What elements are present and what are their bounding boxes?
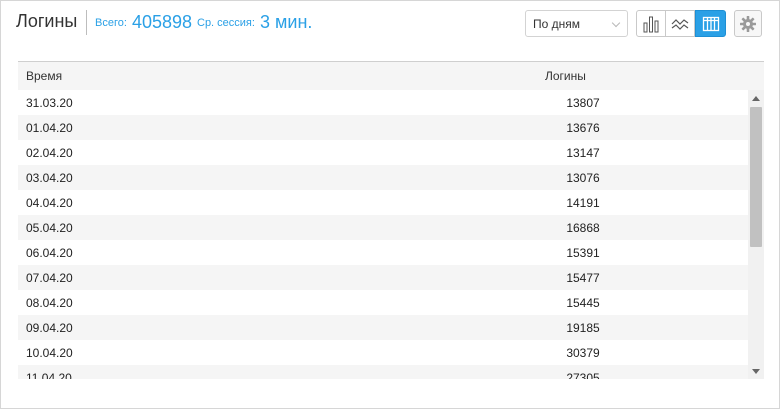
row-logins: 13676 bbox=[566, 121, 600, 135]
row-date: 06.04.20 bbox=[26, 246, 73, 260]
table-row: 09.04.20 19185 bbox=[18, 315, 748, 340]
widget-title: Логины bbox=[16, 11, 78, 31]
row-date: 02.04.20 bbox=[26, 146, 73, 160]
row-logins: 30379 bbox=[566, 346, 600, 360]
settings-button[interactable] bbox=[734, 10, 762, 37]
logins-widget: Логины Всего: 405898 Ср. сессия: 3 мин. … bbox=[0, 0, 780, 409]
row-date: 31.03.20 bbox=[26, 96, 73, 110]
row-date: 07.04.20 bbox=[26, 271, 73, 285]
period-select-value: По дням bbox=[533, 17, 581, 31]
table-row: 07.04.20 15477 bbox=[18, 265, 748, 290]
row-logins: 14191 bbox=[566, 196, 600, 210]
row-logins: 15445 bbox=[566, 296, 600, 310]
row-logins: 13147 bbox=[566, 146, 600, 160]
row-logins: 27305 bbox=[566, 371, 600, 379]
row-date: 10.04.20 bbox=[26, 346, 73, 360]
bar-chart-view-button[interactable] bbox=[636, 10, 666, 37]
column-header-logins[interactable]: Логины bbox=[545, 69, 586, 83]
table-row: 11.04.20 27305 bbox=[18, 365, 748, 379]
table-row: 06.04.20 15391 bbox=[18, 240, 748, 265]
row-logins: 19185 bbox=[566, 321, 600, 335]
scroll-down-arrow-icon[interactable] bbox=[752, 369, 760, 374]
line-chart-icon bbox=[671, 18, 689, 30]
period-select[interactable]: По дням bbox=[525, 10, 628, 37]
row-logins: 16868 bbox=[566, 221, 600, 235]
table-body: 31.03.20 13807 01.04.20 13676 02.04.20 1… bbox=[18, 90, 748, 379]
table-row: 02.04.20 13147 bbox=[18, 140, 748, 165]
table-row: 05.04.20 16868 bbox=[18, 215, 748, 240]
table-row: 10.04.20 30379 bbox=[18, 340, 748, 365]
row-date: 03.04.20 bbox=[26, 171, 73, 185]
table-row: 08.04.20 15445 bbox=[18, 290, 748, 315]
row-logins: 13076 bbox=[566, 171, 600, 185]
table-row: 31.03.20 13807 bbox=[18, 90, 748, 115]
row-date: 01.04.20 bbox=[26, 121, 73, 135]
line-chart-view-button[interactable] bbox=[665, 10, 695, 37]
session-value: 3 мин. bbox=[260, 12, 313, 32]
table-header: Время Логины bbox=[18, 62, 764, 90]
session-label: Ср. сессия: bbox=[197, 17, 255, 29]
row-date: 04.04.20 bbox=[26, 196, 73, 210]
chevron-down-icon bbox=[611, 18, 621, 28]
scrollbar-thumb[interactable] bbox=[750, 107, 762, 247]
table-row: 03.04.20 13076 bbox=[18, 165, 748, 190]
table-icon bbox=[702, 16, 719, 31]
bar-chart-icon bbox=[643, 16, 659, 32]
title-divider bbox=[86, 10, 87, 35]
row-date: 05.04.20 bbox=[26, 221, 73, 235]
row-logins: 13807 bbox=[566, 96, 600, 110]
gear-icon bbox=[740, 15, 756, 32]
table-view-button[interactable] bbox=[695, 10, 726, 37]
row-date: 08.04.20 bbox=[26, 296, 73, 310]
scroll-up-arrow-icon[interactable] bbox=[752, 96, 760, 101]
row-date: 09.04.20 bbox=[26, 321, 73, 335]
logins-table: Время Логины 31.03.20 13807 01.04.20 136… bbox=[18, 61, 764, 379]
table-row: 01.04.20 13676 bbox=[18, 115, 748, 140]
table-row: 04.04.20 14191 bbox=[18, 190, 748, 215]
column-header-time[interactable]: Время bbox=[26, 69, 62, 83]
total-value: 405898 bbox=[132, 12, 193, 32]
table-scrollbar[interactable] bbox=[748, 90, 764, 379]
row-logins: 15391 bbox=[566, 246, 600, 260]
row-logins: 15477 bbox=[566, 271, 600, 285]
widget-header: Логины Всего: 405898 Ср. сессия: 3 мин. … bbox=[1, 1, 779, 46]
row-date: 11.04.20 bbox=[26, 371, 72, 379]
total-label: Всего: bbox=[95, 17, 127, 29]
